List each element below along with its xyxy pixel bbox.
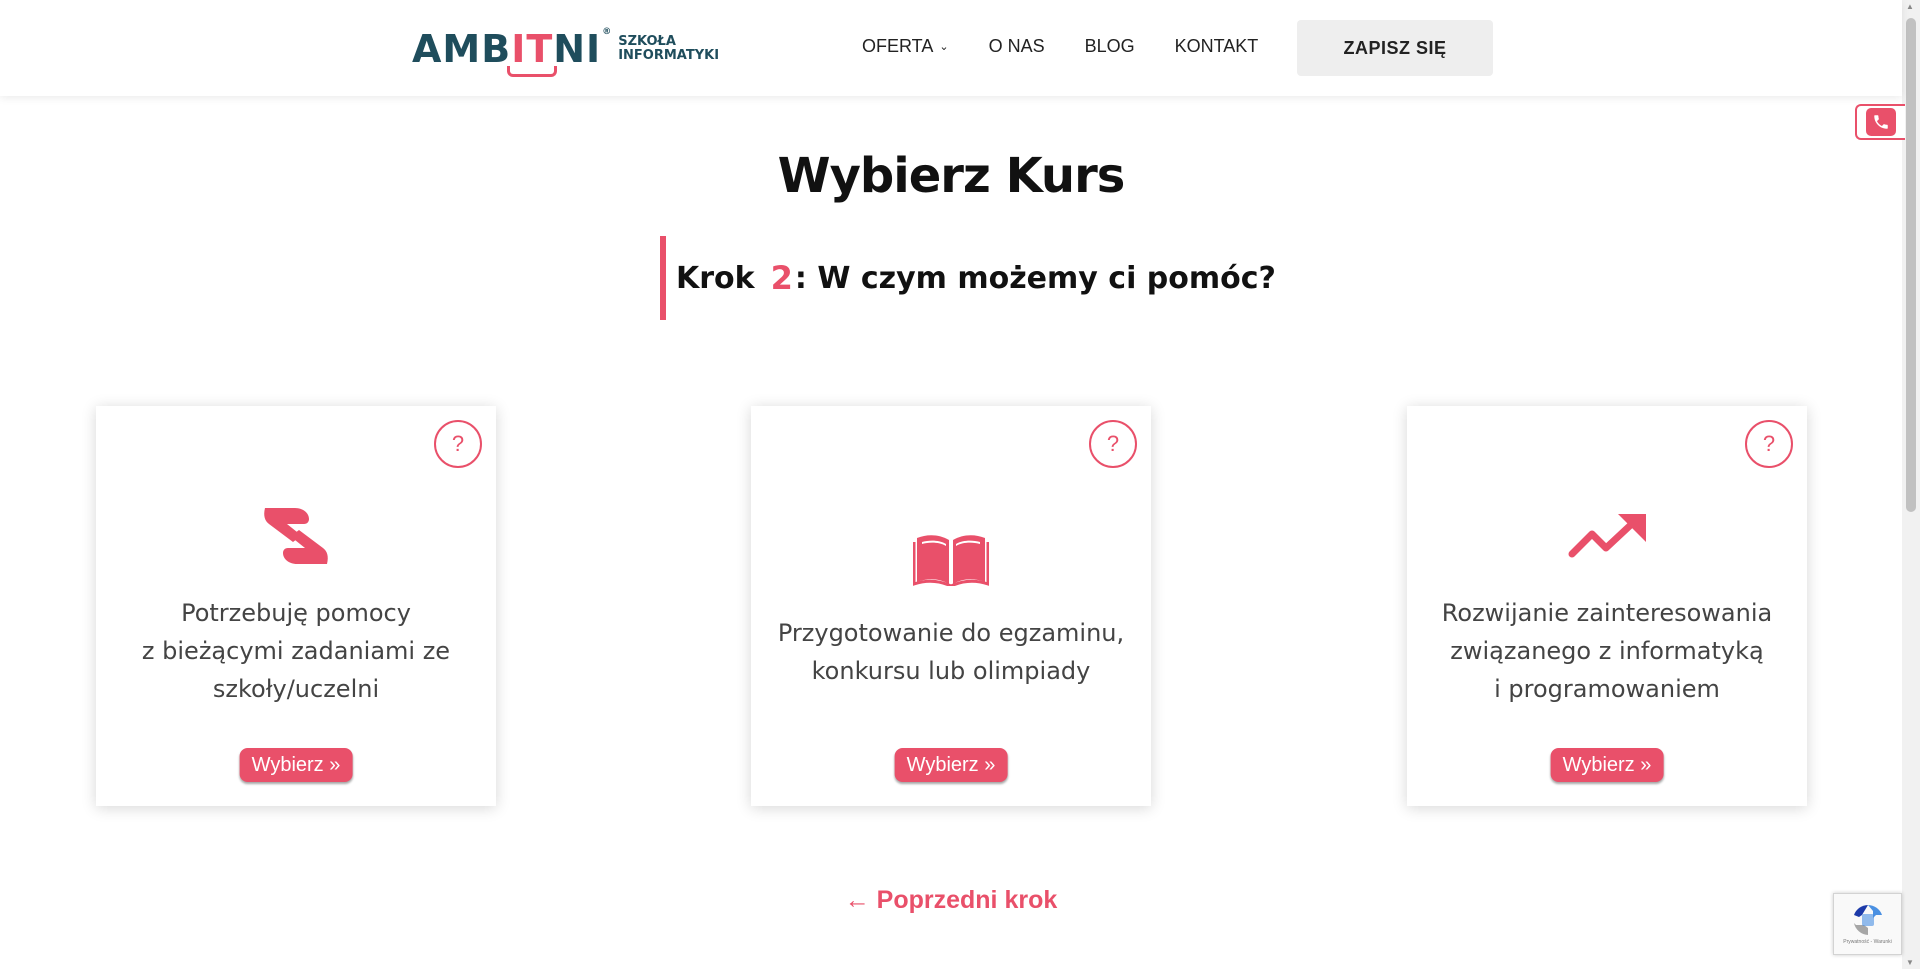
logo-subtitle: SZKOŁA INFORMATYKI — [618, 34, 720, 63]
help-icon[interactable]: ? — [1745, 420, 1793, 468]
recaptcha-terms[interactable]: Prywatność - Warunki — [1843, 939, 1891, 945]
logo-wordmark: AMBITNI® — [412, 27, 613, 71]
card-description: Potrzebuję pomocy z bieżącymi zadaniami … — [141, 599, 451, 703]
step-heading: Krok 2: W czym możemy ci pomóc? — [660, 236, 1276, 320]
previous-step-link[interactable]: ← Poprzedni krok — [0, 886, 1902, 915]
nav-item-oferta[interactable]: OFERTA ⌄ — [862, 36, 949, 57]
helping-hands-icon — [96, 506, 496, 566]
choose-button[interactable]: Wybierz » — [894, 748, 1008, 782]
scroll-up-icon[interactable]: ▲ — [1906, 2, 1914, 11]
phone-icon — [1866, 108, 1896, 136]
scrollbar-thumb[interactable] — [1906, 18, 1916, 512]
open-book-icon — [751, 530, 1151, 586]
option-card-development[interactable]: ? Rozwijanie zainteresowania związanego … — [1407, 406, 1807, 806]
chevron-down-icon: ⌄ — [939, 41, 949, 53]
recaptcha-icon — [1853, 905, 1882, 935]
card-description: Rozwijanie zainteresowania związanego z … — [1441, 599, 1773, 703]
nav-item-o-nas[interactable]: O NAS — [989, 36, 1045, 57]
page-title: Wybierz Kurs — [777, 148, 1126, 204]
help-icon[interactable]: ? — [434, 420, 482, 468]
trending-up-icon — [1407, 514, 1807, 560]
scroll-down-icon[interactable]: ▼ — [1906, 958, 1914, 967]
option-card-homework[interactable]: ? Potrzebuję pomocy z bieżącymi zadaniam… — [96, 406, 496, 806]
site-header: AMBITNI® SZKOŁA INFORMATYKI OFERTA ⌄ O NAS… — [0, 0, 1902, 96]
signup-button[interactable]: ZAPISZ SIĘ — [1297, 20, 1493, 76]
nav-item-kontakt[interactable]: KONTAKT — [1175, 36, 1259, 57]
phone-contact-button[interactable] — [1855, 104, 1905, 140]
choose-button[interactable]: Wybierz » — [239, 748, 353, 782]
step-number: 2 — [770, 259, 793, 297]
site-logo[interactable]: AMBITNI® SZKOŁA INFORMATYKI — [412, 24, 719, 74]
main-nav: OFERTA ⌄ O NAS BLOG KONTAKT — [862, 36, 1298, 57]
help-icon[interactable]: ? — [1089, 420, 1137, 468]
option-card-exam[interactable]: ? Przygotowanie do egzaminu, konkursu lu… — [751, 406, 1151, 806]
page-scrollbar[interactable]: ▲ ▼ — [1902, 0, 1920, 969]
recaptcha-badge[interactable]: Prywatność - Warunki — [1833, 893, 1902, 955]
choose-button[interactable]: Wybierz » — [1550, 748, 1664, 782]
nav-item-blog[interactable]: BLOG — [1085, 36, 1135, 57]
card-description: Przygotowanie do egzaminu, konkursu lub … — [777, 619, 1125, 685]
